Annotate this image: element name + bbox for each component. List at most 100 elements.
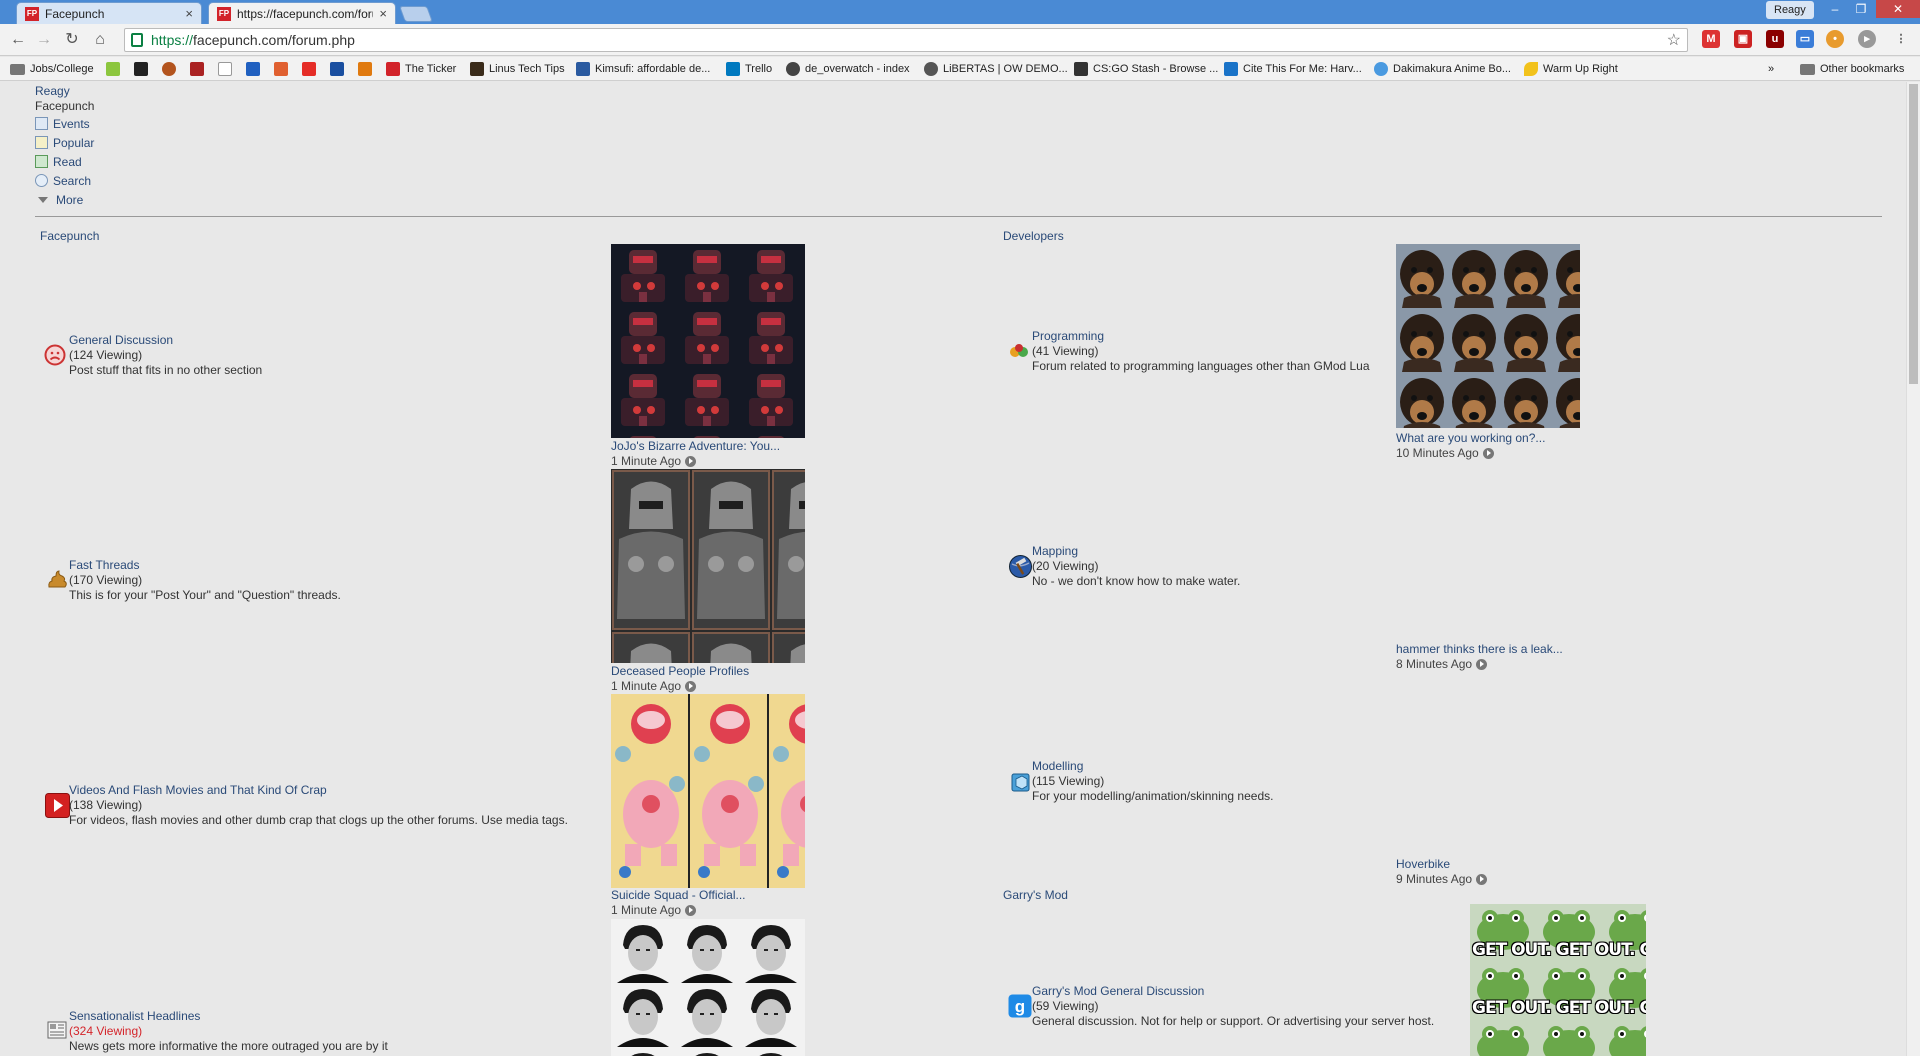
chart-icon: [35, 136, 48, 149]
section-header-developers[interactable]: Developers: [1003, 229, 1064, 243]
home-icon[interactable]: ⌂: [89, 29, 111, 51]
forum-mapping: Mapping (20 Viewing) No - we don't know …: [1032, 544, 1240, 589]
go-to-post-icon[interactable]: [1482, 448, 1494, 459]
ticker-icon: [386, 62, 400, 76]
play-extension-icon[interactable]: ▸: [1858, 30, 1876, 48]
last-post-title[interactable]: What are you working on?...: [1396, 431, 1545, 446]
nav-read[interactable]: Read: [35, 152, 94, 171]
bookmark-csgo-stash[interactable]: CS:GO Stash - Browse ...: [1074, 61, 1218, 77]
reload-icon[interactable]: ↻: [61, 29, 83, 51]
bookmark-other-bookmarks[interactable]: Other bookmarks: [1800, 61, 1904, 77]
nav-search[interactable]: Search: [35, 171, 94, 190]
extension-badge-icon[interactable]: ▣: [1734, 30, 1752, 48]
last-post-avatar[interactable]: [611, 244, 805, 438]
bookmark-shoe[interactable]: [246, 61, 265, 77]
close-tab-icon[interactable]: ×: [379, 6, 387, 21]
forum-description: For videos, flash movies and other dumb …: [69, 813, 568, 827]
last-post-title[interactable]: Suicide Squad - Official...: [611, 888, 746, 903]
section-header-facepunch[interactable]: Facepunch: [40, 229, 99, 243]
profile-button[interactable]: Reagy: [1766, 1, 1814, 19]
facepunch-favicon-icon: FP: [217, 6, 231, 21]
sad-face-icon: [44, 344, 66, 366]
tab-facepunch[interactable]: FP Facepunch ×: [16, 2, 202, 24]
forum-title[interactable]: Sensationalist Headlines: [69, 1009, 388, 1024]
bookmark-libertas[interactable]: LiBERTAS | OW DEMO...: [924, 61, 1068, 77]
bookmark-amazon[interactable]: [218, 61, 237, 77]
menu-kebab-icon[interactable]: ⋮: [1892, 30, 1910, 48]
forum-title[interactable]: Mapping: [1032, 544, 1240, 559]
shoe-icon: [246, 62, 260, 76]
lock-icon: [131, 33, 143, 47]
page-scrollbar[interactable]: [1906, 82, 1920, 1056]
tab-forum[interactable]: FP https://facepunch.com/forum ×: [208, 2, 396, 24]
viewing-count: (20 Viewing): [1032, 559, 1099, 573]
window-close-icon[interactable]: ✕: [1876, 0, 1920, 18]
bookmarks-overflow-button[interactable]: »: [1768, 61, 1774, 77]
close-tab-icon[interactable]: ×: [185, 6, 193, 21]
forum-title[interactable]: Garry's Mod General Discussion: [1032, 984, 1434, 999]
bookmark-linus-tech-tips[interactable]: Linus Tech Tips: [470, 61, 565, 77]
screenshot-icon[interactable]: ▭: [1796, 30, 1814, 48]
bookmark-cite-this-for-me[interactable]: Cite This For Me: Harv...: [1224, 61, 1362, 77]
new-tab-button[interactable]: [399, 6, 433, 22]
bookmark-tf2[interactable]: [162, 61, 181, 77]
forum-title[interactable]: General Discussion: [69, 333, 262, 348]
section-header-garrys-mod[interactable]: Garry's Mod: [1003, 888, 1068, 902]
cookie-icon[interactable]: •: [1826, 30, 1844, 48]
go-to-post-icon[interactable]: [1476, 874, 1488, 885]
gmail-icon[interactable]: M: [1702, 30, 1720, 48]
bookmark-trello[interactable]: Trello: [726, 61, 772, 77]
minimize-icon[interactable]: ‒: [1822, 0, 1848, 18]
last-post-time: 1 Minute Ago: [611, 903, 746, 918]
nav-events[interactable]: Events: [35, 114, 94, 133]
bookmark-de-overwatch[interactable]: de_overwatch - index: [786, 61, 910, 77]
go-to-post-icon[interactable]: [1476, 659, 1488, 670]
last-post-title[interactable]: Hoverbike: [1396, 857, 1487, 872]
bookmark-kimsufi[interactable]: Kimsufi: affordable de...: [576, 61, 710, 77]
last-post-avatar[interactable]: [611, 694, 805, 888]
bookmark-fire[interactable]: [358, 61, 377, 77]
restore-icon[interactable]: ❐: [1848, 0, 1874, 18]
forum-title[interactable]: Programming: [1032, 329, 1370, 344]
last-post: JoJo's Bizarre Adventure: You... 1 Minut…: [611, 439, 780, 469]
scrollbar-thumb[interactable]: [1909, 84, 1918, 384]
last-post-avatar[interactable]: [1396, 244, 1580, 428]
bookmark-the-ticker[interactable]: The Ticker: [386, 61, 456, 77]
go-to-post-icon[interactable]: [685, 681, 697, 692]
viewing-count: (170 Viewing): [69, 573, 143, 587]
forum-gmod-general: Garry's Mod General Discussion (59 Viewi…: [1032, 984, 1434, 1029]
last-post-title[interactable]: hammer thinks there is a leak...: [1396, 642, 1563, 657]
username-link[interactable]: Reagy: [35, 84, 94, 99]
forward-arrow-icon[interactable]: →: [33, 29, 55, 51]
last-post-avatar[interactable]: [611, 919, 805, 1056]
bookmark-star-icon[interactable]: ☆: [1667, 30, 1681, 50]
bookmark-news[interactable]: [134, 61, 153, 77]
go-to-post-icon[interactable]: [685, 905, 697, 916]
bookmark-jobs-college[interactable]: Jobs/College: [10, 61, 94, 77]
last-post-title[interactable]: JoJo's Bizarre Adventure: You...: [611, 439, 780, 454]
bookmark-youtube[interactable]: [302, 61, 321, 77]
forum-title[interactable]: Modelling: [1032, 759, 1273, 774]
magnifier-icon: [35, 174, 48, 187]
bookmark-dakimakura[interactable]: Dakimakura Anime Bo...: [1374, 61, 1511, 77]
forum-description: Post stuff that fits in no other section: [69, 363, 263, 377]
nav-popular[interactable]: Popular: [35, 133, 94, 152]
bookmark-recycle[interactable]: [106, 61, 125, 77]
forum-title[interactable]: Videos And Flash Movies and That Kind Of…: [69, 783, 568, 798]
last-post-time: 1 Minute Ago: [611, 454, 780, 469]
back-arrow-icon[interactable]: ←: [7, 29, 29, 51]
last-post-avatar[interactable]: GET OUT. GET OUT. GET OUT. GET OUT. GET …: [1470, 904, 1646, 1056]
bookmark-game[interactable]: [190, 61, 209, 77]
forum-title[interactable]: Fast Threads: [69, 558, 341, 573]
last-post-avatar[interactable]: [611, 469, 805, 663]
bookmark-chart[interactable]: [330, 61, 349, 77]
last-post-title[interactable]: Deceased People Profiles: [611, 664, 749, 679]
go-to-post-icon[interactable]: [685, 456, 697, 467]
nav-more[interactable]: More: [35, 190, 94, 209]
folder-icon: [1800, 63, 1815, 75]
forum-general-discussion: General Discussion (124 Viewing) Post st…: [69, 333, 262, 378]
bookmark-leaf[interactable]: [274, 61, 293, 77]
address-bar[interactable]: https://facepunch.com/forum.php ☆: [124, 28, 1688, 52]
bookmark-warm-up-right[interactable]: Warm Up Right: [1524, 61, 1618, 77]
ublock-icon[interactable]: u: [1766, 30, 1784, 48]
